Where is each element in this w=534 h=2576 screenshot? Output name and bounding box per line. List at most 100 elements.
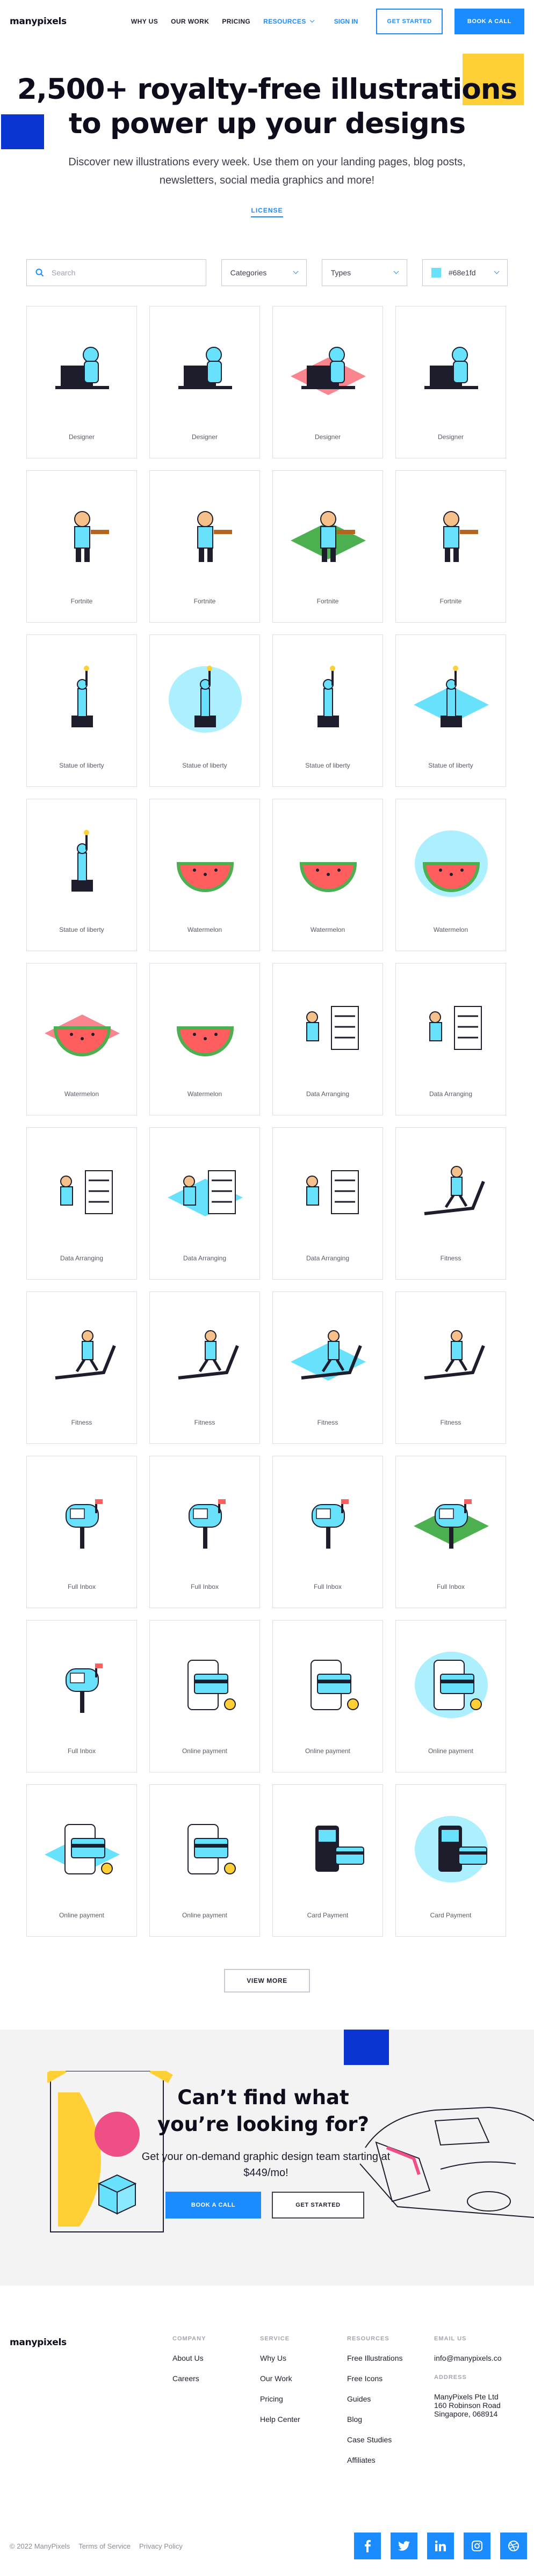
illustration-card[interactable]: Fitness [395, 1127, 506, 1280]
illustration-card[interactable]: Statue of liberty [26, 634, 137, 787]
illustration-card[interactable]: Fitness [395, 1291, 506, 1444]
dribbble-icon[interactable] [500, 2533, 527, 2559]
illustration-card[interactable]: Fitness [272, 1291, 383, 1444]
illustration-card[interactable]: Designer [395, 306, 506, 458]
illustration-card[interactable]: Full Inbox [272, 1456, 383, 1608]
license-link[interactable]: LICENSE [251, 207, 283, 217]
watermelon-isometric-picnic-illustration [45, 1015, 120, 1056]
footer-link-case-studies[interactable]: Case Studies [347, 2435, 402, 2444]
illustration-caption: Fitness [440, 1419, 461, 1426]
illustration-card[interactable]: Data Arranging [272, 963, 383, 1115]
hero-subtitle: Discover new illustrations every week. U… [68, 156, 466, 186]
footer-link-guides[interactable]: Guides [347, 2395, 402, 2403]
cta-section: Can’t find what you’re looking for? Get … [0, 2030, 534, 2286]
footer-link-help-center[interactable]: Help Center [260, 2415, 300, 2424]
cta-get-started-button[interactable]: GET STARTED [272, 2192, 364, 2219]
footer-link-affiliates[interactable]: Affiliates [347, 2456, 402, 2464]
illustration-card[interactable]: Fortnite [395, 470, 506, 623]
color-swatch [431, 268, 441, 278]
footer-link-pricing[interactable]: Pricing [260, 2395, 300, 2403]
illustration-card[interactable]: Full Inbox [26, 1620, 137, 1772]
nav-resources[interactable]: RESOURCES [263, 18, 314, 25]
color-select[interactable]: #68e1fd [422, 259, 508, 286]
illustration-card[interactable]: Statue of liberty [272, 634, 383, 787]
fitness-treadmill-sprint-illustration [424, 1330, 485, 1380]
sign-in-link[interactable]: SIGN IN [334, 18, 358, 25]
illustration-caption: Fitness [317, 1419, 338, 1426]
illustration-card[interactable]: Watermelon [149, 963, 260, 1115]
footer-heading-address: ADDRESS [434, 2374, 467, 2381]
illustration-card[interactable]: Designer [149, 306, 260, 458]
footer-link-blog[interactable]: Blog [347, 2415, 402, 2424]
nav-our-work[interactable]: OUR WORK [171, 18, 209, 25]
illustration-card[interactable]: Fortnite [272, 470, 383, 623]
illustration-card[interactable]: Card Payment [395, 1784, 506, 1937]
illustration-caption: Card Payment [307, 1911, 349, 1919]
illustration-card[interactable]: Watermelon [26, 963, 137, 1115]
illustration-caption: Fortnite [316, 597, 339, 605]
illustration-card[interactable]: Watermelon [395, 799, 506, 951]
footer-link-careers[interactable]: Careers [172, 2374, 206, 2383]
privacy-link[interactable]: Privacy Policy [139, 2542, 183, 2550]
illustration-card[interactable]: Online payment [149, 1784, 260, 1937]
illustration-caption: Designer [314, 433, 341, 441]
search-input[interactable] [52, 268, 191, 277]
footer-email-link[interactable]: info@manypixels.co [434, 2354, 502, 2362]
types-select[interactable]: Types [321, 259, 407, 286]
footer-address-line-3: Singapore, 068914 [434, 2410, 498, 2418]
illustration-card[interactable]: Fortnite [149, 470, 260, 623]
payment-isometric-laptop-illustration [45, 1824, 120, 1874]
footer-link-why-us[interactable]: Why Us [260, 2354, 300, 2362]
footer-link-our-work[interactable]: Our Work [260, 2374, 300, 2383]
book-call-button[interactable]: BOOK A CALL [454, 9, 524, 34]
footer-logo[interactable]: manypixels [10, 2337, 67, 2348]
illustration-caption: Online payment [59, 1911, 105, 1919]
illustration-card[interactable]: Full Inbox [26, 1456, 137, 1608]
linkedin-icon[interactable] [427, 2533, 454, 2559]
illustration-card[interactable]: Designer [272, 306, 383, 458]
illustration-caption: Statue of liberty [59, 926, 104, 933]
illustration-card[interactable]: Full Inbox [149, 1456, 260, 1608]
twitter-icon[interactable] [391, 2533, 417, 2559]
illustration-card[interactable]: Statue of liberty [395, 634, 506, 787]
watermelon-person-illustration [176, 862, 234, 892]
illustration-card[interactable]: Card Payment [272, 1784, 383, 1937]
inbox-envelope-illustration [189, 1499, 226, 1549]
illustration-caption: Fortnite [70, 597, 93, 605]
illustration-card[interactable]: Statue of liberty [149, 634, 260, 787]
facebook-icon[interactable] [354, 2533, 381, 2559]
terms-link[interactable]: Terms of Service [78, 2542, 131, 2550]
get-started-button[interactable]: GET STARTED [376, 9, 443, 34]
illustration-card[interactable]: Statue of liberty [26, 799, 137, 951]
illustration-card[interactable]: Fortnite [26, 470, 137, 623]
illustration-card[interactable]: Fitness [26, 1291, 137, 1444]
illustration-card[interactable]: Full Inbox [395, 1456, 506, 1608]
illustration-card[interactable]: Data Arranging [149, 1127, 260, 1280]
logo[interactable]: manypixels [10, 16, 67, 27]
illustration-card[interactable]: Online payment [395, 1620, 506, 1772]
illustration-card[interactable]: Online payment [149, 1620, 260, 1772]
view-more-button[interactable]: VIEW MORE [224, 1969, 310, 1993]
categories-select[interactable]: Categories [221, 259, 307, 286]
illustration-card[interactable]: Watermelon [272, 799, 383, 951]
illustration-card[interactable]: Data Arranging [395, 963, 506, 1115]
types-select-label: Types [330, 268, 351, 277]
illustration-card[interactable]: Data Arranging [26, 1127, 137, 1280]
illustration-card[interactable]: Online payment [272, 1620, 383, 1772]
illustration-card[interactable]: Data Arranging [272, 1127, 383, 1280]
nav-pricing[interactable]: PRICING [222, 18, 250, 25]
illustration-card[interactable]: Online payment [26, 1784, 137, 1937]
footer-link-free-icons[interactable]: Free Icons [347, 2374, 402, 2383]
illustration-card[interactable]: Fitness [149, 1291, 260, 1444]
illustration-card[interactable]: Designer [26, 306, 137, 458]
footer-link-free-illustrations[interactable]: Free Illustrations [347, 2354, 402, 2362]
footer-heading-email: EMAIL US [434, 2336, 467, 2342]
nav-why-us[interactable]: WHY US [131, 18, 158, 25]
inbox-mailbox-letters-illustration [312, 1499, 349, 1549]
instagram-icon[interactable] [464, 2533, 490, 2559]
search-box[interactable] [26, 259, 206, 286]
footer-link-about[interactable]: About Us [172, 2354, 206, 2362]
illustration-card[interactable]: Watermelon [149, 799, 260, 951]
cta-book-call-button[interactable]: BOOK A CALL [165, 2192, 261, 2219]
footer-heading-service: SERVICE [260, 2336, 290, 2342]
